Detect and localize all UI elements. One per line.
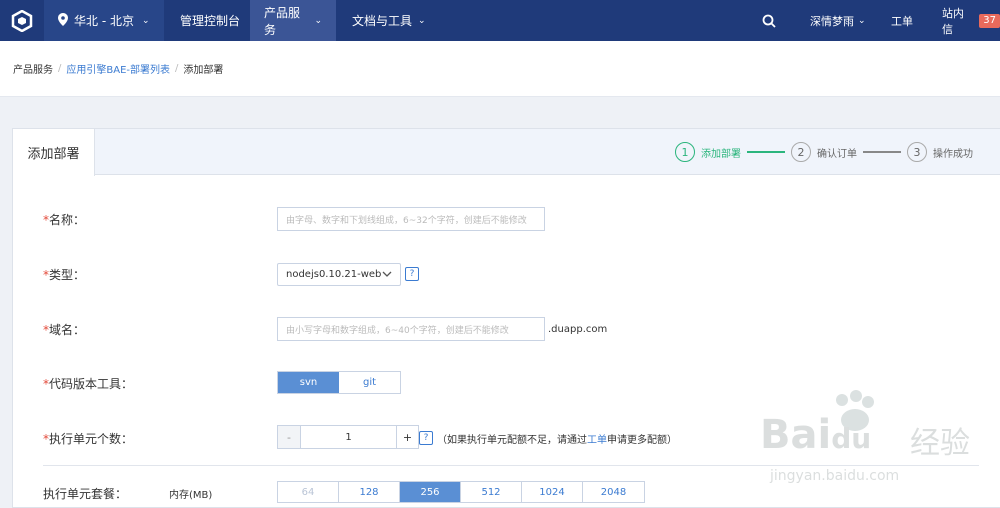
type-select[interactable]: nodejs0.10.21-web [277, 262, 401, 286]
step-number: 2 [791, 142, 811, 162]
decrement-button[interactable]: - [278, 426, 300, 448]
region-selector[interactable]: 华北 - 北京 ⌄ [44, 0, 164, 41]
step-label: 添加部署 [701, 148, 741, 160]
panel-header: 添加部署 1 添加部署 2 确认订单 3 操作成功 [13, 129, 1000, 176]
user-menu[interactable]: 深情梦雨 ⌄ [810, 0, 866, 41]
ticket-note-link[interactable]: 工单 [587, 435, 607, 446]
nav-docs-label: 文档与工具 [352, 14, 413, 28]
domain-placeholder: 由小写字母和数字组成，6~40个字符，创建后不能修改 [286, 325, 509, 336]
location-pin-icon [58, 12, 68, 29]
nav-console-label: 管理控制台 [180, 14, 241, 28]
domain-label: *域名： [43, 322, 86, 337]
type-help-icon[interactable]: ? [405, 267, 419, 281]
name-input[interactable]: 由字母、数字和下划线组成，6~32个字符，创建后不能修改 [277, 207, 545, 231]
breadcrumb: 产品服务 / 应用引擎BAE-部署列表 / 添加部署 [0, 41, 1000, 97]
chevron-down-icon: ⌄ [418, 15, 426, 26]
breadcrumb-link[interactable]: 应用引擎BAE-部署列表 [66, 61, 170, 76]
step-1: 1 添加部署 [675, 142, 741, 162]
name-label: *名称： [43, 212, 86, 227]
user-name: 深情梦雨 [810, 14, 854, 28]
memory-option-256[interactable]: 256 [400, 482, 461, 502]
baidu-watermark: Baidu 经验 jingyan.baidu.com [760, 390, 990, 490]
units-help-icon[interactable]: ? [419, 431, 433, 445]
watermark-cn: 经验 [910, 426, 970, 461]
progress-steps: 1 添加部署 2 确认订单 3 操作成功 [675, 129, 973, 175]
type-row: *类型： nodejs0.10.21-web ? [43, 261, 983, 287]
step-connector [863, 151, 901, 153]
units-label: *执行单元个数： [43, 431, 134, 446]
inbox-label: 站内信 [942, 6, 964, 36]
vcs-toggle: svn git [277, 371, 401, 394]
nav-products-label: 产品服务 [264, 5, 301, 37]
units-value[interactable]: 1 [300, 426, 396, 448]
step-label: 确认订单 [817, 148, 857, 160]
chevron-down-icon [382, 269, 392, 280]
search-icon[interactable] [762, 0, 776, 41]
ticket-label: 工单 [891, 14, 913, 28]
memory-sublabel: 内存(MB) [169, 489, 213, 501]
vcs-option-git[interactable]: git [339, 372, 400, 393]
memory-option-128[interactable]: 128 [339, 482, 400, 502]
chevron-down-icon: ⌄ [858, 15, 866, 26]
nav-docs[interactable]: 文档与工具 ⌄ [338, 0, 440, 41]
breadcrumb-separator: / [175, 63, 179, 74]
ticket-link[interactable]: 工单 [891, 0, 913, 41]
name-row: *名称： 由字母、数字和下划线组成，6~32个字符，创建后不能修改 [43, 206, 983, 232]
domain-input[interactable]: 由小写字母和数字组成，6~40个字符，创建后不能修改 [277, 317, 545, 341]
type-value: nodejs0.10.21-web [286, 268, 382, 280]
units-stepper: - 1 + [277, 425, 419, 449]
breadcrumb-root[interactable]: 产品服务 [13, 61, 53, 76]
region-label: 华北 - 北京 [74, 14, 134, 28]
increment-button[interactable]: + [396, 426, 418, 448]
tab-add-deploy[interactable]: 添加部署 [13, 129, 95, 176]
memory-option-2048[interactable]: 2048 [583, 482, 644, 502]
inbox-link[interactable]: 站内信 37 [942, 0, 1000, 41]
domain-suffix: .duapp.com [548, 323, 608, 335]
nav-products[interactable]: 产品服务 ⌄ [250, 0, 336, 41]
type-label: *类型： [43, 267, 86, 282]
step-2: 2 确认订单 [791, 142, 857, 162]
memory-option-1024[interactable]: 1024 [522, 482, 583, 502]
units-note: （如果执行单元配额不足，请通过工单申请更多配额） [437, 434, 677, 446]
step-label: 操作成功 [933, 148, 973, 160]
step-3: 3 操作成功 [907, 142, 973, 162]
inbox-count-badge: 37 [979, 13, 1000, 28]
memory-options: 64 128 256 512 1024 2048 [277, 481, 645, 503]
step-number: 1 [675, 142, 695, 162]
watermark-url: jingyan.baidu.com [770, 468, 900, 484]
step-number: 3 [907, 142, 927, 162]
vcs-option-svn[interactable]: svn [278, 372, 339, 393]
domain-row: *域名： 由小写字母和数字组成，6~40个字符，创建后不能修改 .duapp.c… [43, 316, 983, 342]
memory-option-512[interactable]: 512 [461, 482, 522, 502]
vcs-label: *代码版本工具： [43, 376, 134, 391]
name-placeholder: 由字母、数字和下划线组成，6~32个字符，创建后不能修改 [286, 215, 527, 226]
nav-console[interactable]: 管理控制台 [166, 0, 254, 41]
chevron-down-icon: ⌄ [314, 15, 322, 26]
chevron-down-icon: ⌄ [141, 15, 150, 26]
breadcrumb-separator: / [58, 63, 62, 74]
step-connector [747, 151, 785, 153]
watermark-brand: Baidu [760, 412, 872, 458]
logo-icon[interactable] [0, 0, 44, 41]
breadcrumb-current: 添加部署 [183, 65, 224, 76]
tab-label: 添加部署 [27, 147, 80, 162]
top-nav: 华北 - 北京 ⌄ 管理控制台 产品服务 ⌄ 文档与工具 ⌄ 深情梦雨 ⌄ 工单… [0, 0, 1000, 41]
memory-option-64: 64 [278, 482, 339, 502]
